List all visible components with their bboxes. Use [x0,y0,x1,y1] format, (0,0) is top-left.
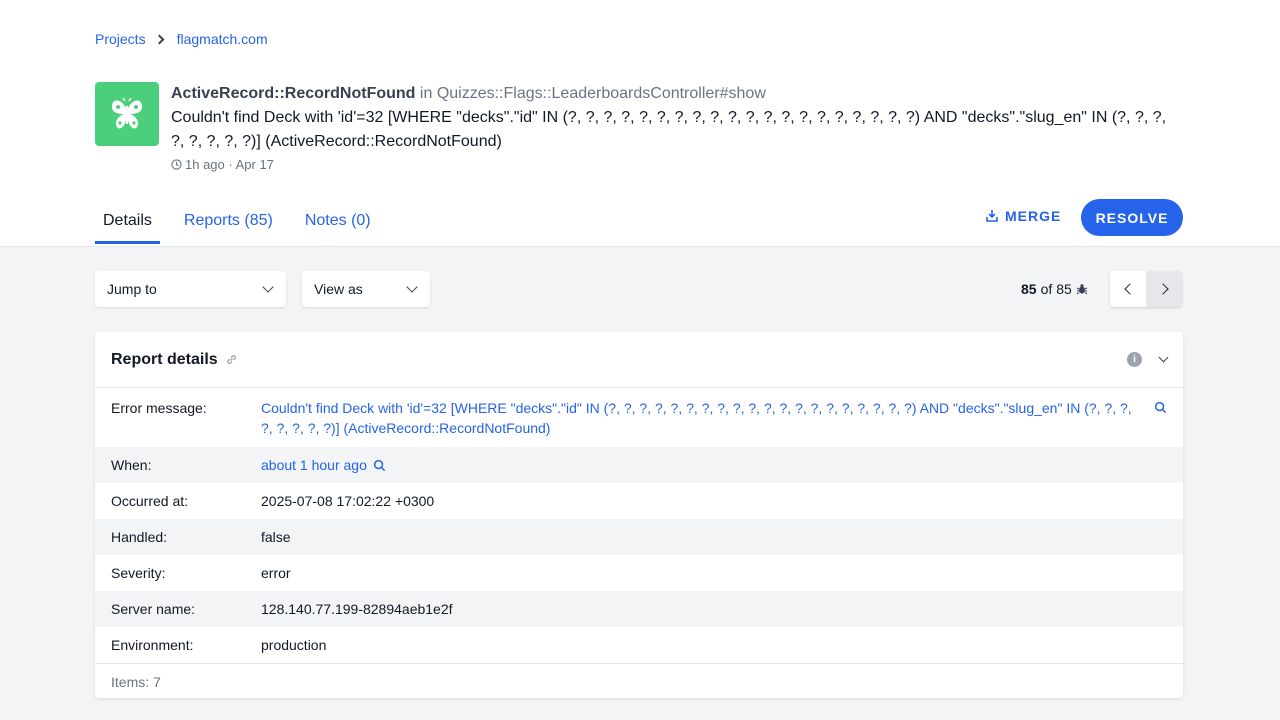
merge-button[interactable]: MERGE [985,208,1061,224]
error-header: ActiveRecord::RecordNotFound in Quizzes:… [95,82,1185,172]
info-icon[interactable]: i [1127,352,1142,367]
detail-value-link[interactable]: about 1 hour ago [261,457,1167,473]
previous-report-button[interactable] [1110,271,1146,307]
detail-label: Occurred at: [111,493,189,509]
resolve-button[interactable]: RESOLVE [1081,199,1183,236]
detail-row-severity: Severity: error [95,555,1183,591]
chevron-left-icon [1123,283,1136,295]
detail-value: 2025-07-08 17:02:22 +0300 [261,493,435,509]
items-count: Items: 7 [95,663,1183,700]
report-details-header: Report details i [95,332,1183,388]
error-time-text: 1h ago · Apr 17 [185,157,274,172]
view-as-select[interactable]: View as [302,271,430,307]
breadcrumb-project-link[interactable]: flagmatch.com [177,31,268,47]
error-controller: Quizzes::Flags::LeaderboardsController#s… [436,85,766,102]
error-time: 1h ago · Apr 17 [171,157,1181,172]
detail-value: error [261,565,291,581]
chevron-down-icon [406,281,418,293]
error-class: ActiveRecord::RecordNotFound [171,85,416,102]
jump-to-label: Jump to [107,281,157,297]
breadcrumb-projects-link[interactable]: Projects [95,31,146,47]
total-reports: 85 [1056,281,1072,297]
detail-row-occurred-at: Occurred at: 2025-07-08 17:02:22 +0300 [95,483,1183,519]
detail-row-error-message: Error message: Couldn't find Deck with '… [95,388,1183,447]
report-pager [1110,271,1182,307]
search-icon[interactable] [1154,401,1167,414]
detail-value: production [261,637,327,653]
search-icon[interactable] [373,459,386,472]
jump-to-select[interactable]: Jump to [95,271,286,307]
tab-details[interactable]: Details [95,200,160,244]
detail-value: 128.140.77.199-82894aeb1e2f [261,601,453,617]
detail-label: Error message: [111,400,207,416]
detail-row-environment: Environment: production [95,627,1183,663]
chevron-right-icon [1156,283,1169,295]
detail-value-link[interactable]: Couldn't find Deck with 'id'=32 [WHERE "… [261,398,1154,438]
current-report: 85 [1021,281,1037,297]
view-as-label: View as [314,281,363,297]
error-in-label: in [419,85,433,102]
error-title: ActiveRecord::RecordNotFound in Quizzes:… [171,82,1181,106]
bug-icon [1076,284,1088,295]
detail-value: false [261,529,291,545]
detail-row-server-name: Server name: 128.140.77.199-82894aeb1e2f [95,591,1183,627]
detail-label: Server name: [111,601,196,617]
tab-notes[interactable]: Notes (0) [297,200,379,244]
butterfly-icon [95,82,159,146]
chevron-right-icon [154,34,165,44]
report-counter: 85 of 85 [1021,281,1088,297]
breadcrumb: Projects flagmatch.com [95,31,268,47]
detail-label: Environment: [111,637,194,653]
detail-row-handled: Handled: false [95,519,1183,555]
of-label: of [1040,281,1053,297]
detail-label: Severity: [111,565,166,581]
error-message: Couldn't find Deck with 'id'=32 [WHERE "… [171,109,1167,150]
report-details-title: Report details [111,350,218,368]
chevron-down-icon [262,281,274,293]
merge-label: MERGE [1005,208,1062,224]
detail-row-when: When: about 1 hour ago [95,447,1183,483]
clock-icon [171,159,182,170]
report-details-card: Report details i Error message: Couldn't… [95,332,1183,698]
next-report-button[interactable] [1146,271,1182,307]
tab-bar: Details Reports (85) Notes (0) [95,200,395,244]
link-icon[interactable] [225,353,238,366]
when-value: about 1 hour ago [261,457,367,473]
tab-reports[interactable]: Reports (85) [176,200,281,244]
merge-icon [986,210,998,222]
detail-label: When: [111,457,152,473]
collapse-chevron-icon[interactable] [1158,352,1169,363]
detail-label: Handled: [111,529,168,545]
